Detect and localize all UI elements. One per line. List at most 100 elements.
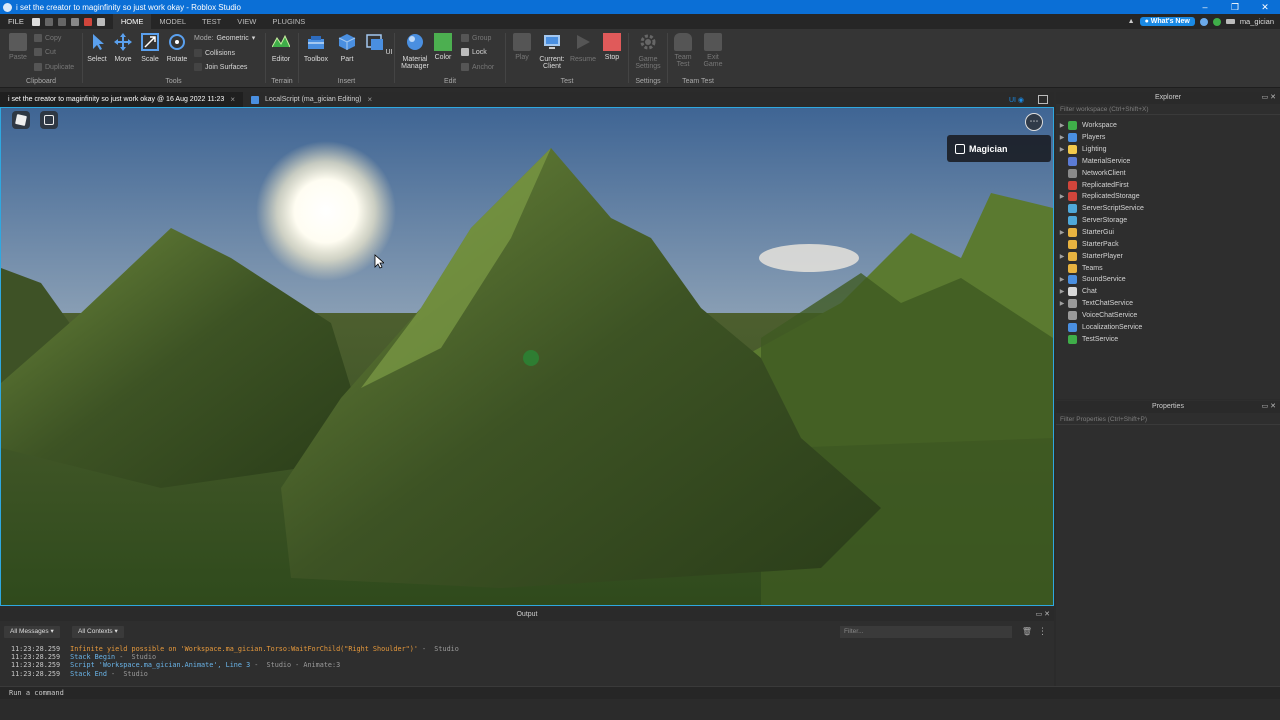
log-entry[interactable]: 11:23:28.259 Script 'Workspace.ma_gician.…: [11, 661, 459, 669]
expand-arrow-icon[interactable]: ▶: [1056, 193, 1068, 200]
explorer-item-soundservice[interactable]: ▶ SoundService: [1056, 274, 1280, 286]
team-test-button[interactable]: Team Test: [669, 33, 697, 68]
expand-arrow-icon[interactable]: ▶: [1056, 253, 1068, 260]
panel-controls[interactable]: ▭ ✕: [1262, 92, 1276, 104]
tab-plugins[interactable]: PLUGINS: [264, 14, 313, 29]
explorer-item-replicatedfirst[interactable]: ReplicatedFirst: [1056, 179, 1280, 191]
username[interactable]: ma_gician: [1240, 17, 1274, 26]
anchor-button[interactable]: Anchor: [461, 63, 494, 71]
game-settings-button[interactable]: Game Settings: [634, 33, 662, 70]
tab-view[interactable]: VIEW: [229, 14, 264, 29]
maximize-viewport-icon[interactable]: [1038, 95, 1048, 104]
team-create-icon[interactable]: [96, 17, 105, 26]
properties-filter-input[interactable]: Filter Properties (Ctrl+Shift+P): [1056, 414, 1280, 425]
minimize-button[interactable]: –: [1190, 0, 1220, 14]
exit-game-button[interactable]: Exit Game: [699, 33, 727, 68]
command-bar-input[interactable]: Run a command: [0, 686, 1280, 699]
stop-button[interactable]: Stop: [598, 33, 626, 61]
explorer-item-starterplayer[interactable]: ▶ StarterPlayer: [1056, 250, 1280, 262]
explorer-item-networkclient[interactable]: NetworkClient: [1056, 167, 1280, 179]
new-file-icon[interactable]: [31, 17, 40, 26]
panel-controls[interactable]: ▭ ✕: [1262, 401, 1276, 413]
part-button[interactable]: Part: [333, 33, 361, 63]
tab-localscript[interactable]: LocalScript (ma_gician Editing) ×: [243, 92, 380, 107]
group-button[interactable]: Group: [461, 34, 491, 42]
output-filter-input[interactable]: Filter...: [840, 626, 1012, 638]
copy-button[interactable]: Copy: [34, 34, 61, 42]
clear-output-icon[interactable]: 🗑: [1022, 627, 1032, 636]
roblox-menu-icon[interactable]: [12, 111, 30, 129]
move-button[interactable]: Move: [109, 33, 137, 63]
tab-place[interactable]: i set the creator to maginfinity so just…: [0, 92, 243, 107]
explorer-item-serverscriptservice[interactable]: ServerScriptService: [1056, 203, 1280, 215]
color-button[interactable]: Color: [429, 33, 457, 61]
tab-model[interactable]: MODEL: [151, 14, 194, 29]
join-surfaces-toggle[interactable]: Join Surfaces: [194, 63, 247, 71]
expand-arrow-icon[interactable]: ▶: [1056, 122, 1068, 129]
output-menu-icon[interactable]: ⋮: [1038, 626, 1047, 637]
resume-button[interactable]: Resume: [569, 33, 597, 63]
contexts-dropdown[interactable]: All Contexts ▾: [72, 626, 124, 638]
play-button[interactable]: Play: [508, 33, 536, 61]
expand-arrow-icon[interactable]: ▶: [1056, 276, 1068, 283]
status-icon[interactable]: [1212, 17, 1221, 26]
collisions-toggle[interactable]: Collisions: [194, 49, 235, 57]
record-icon[interactable]: [83, 17, 92, 26]
cut-button[interactable]: Cut: [34, 48, 56, 56]
log-entry[interactable]: 11:23:28.259 Stack End - Studio: [11, 670, 459, 678]
explorer-item-teams[interactable]: Teams: [1056, 262, 1280, 274]
undo-icon[interactable]: [44, 17, 53, 26]
select-button[interactable]: Select: [83, 33, 111, 63]
explorer-item-testservice[interactable]: TestService: [1056, 333, 1280, 345]
log-entry[interactable]: 11:23:28.259 Stack Begin - Studio: [11, 653, 459, 661]
explorer-item-replicatedstorage[interactable]: ▶ ReplicatedStorage: [1056, 191, 1280, 203]
close-tab-icon[interactable]: ×: [230, 95, 235, 104]
toolbox-button[interactable]: Toolbox: [302, 33, 330, 63]
explorer-item-textchatservice[interactable]: ▶ TextChatService: [1056, 298, 1280, 310]
expand-arrow-icon[interactable]: ▶: [1056, 300, 1068, 307]
lock-button[interactable]: Lock: [461, 48, 487, 56]
explorer-item-voicechatservice[interactable]: VoiceChatService: [1056, 310, 1280, 322]
paste-button[interactable]: Paste: [4, 33, 32, 61]
explorer-item-chat[interactable]: ▶ Chat: [1056, 286, 1280, 298]
help-icon[interactable]: [1199, 17, 1208, 26]
redo-icon[interactable]: [57, 17, 66, 26]
explorer-item-starterpack[interactable]: StarterPack: [1056, 238, 1280, 250]
ui-insert-button[interactable]: UI: [365, 33, 393, 56]
expand-arrow-icon[interactable]: ▶: [1056, 146, 1068, 153]
collapse-ribbon-icon[interactable]: ▲: [1128, 18, 1135, 25]
explorer-item-serverstorage[interactable]: ServerStorage: [1056, 215, 1280, 227]
explorer-item-lighting[interactable]: ▶ Lighting: [1056, 144, 1280, 156]
whats-new-button[interactable]: ● What's New: [1139, 17, 1195, 26]
expand-arrow-icon[interactable]: ▶: [1056, 229, 1068, 236]
game-viewport[interactable]: ⋯ Magician: [0, 107, 1054, 606]
explorer-item-startergui[interactable]: ▶ StarterGui: [1056, 227, 1280, 239]
explorer-item-workspace[interactable]: ▶ Workspace: [1056, 120, 1280, 132]
duplicate-button[interactable]: Duplicate: [34, 63, 74, 71]
mode-selector[interactable]: Mode: Geometric ▾: [194, 34, 255, 43]
expand-arrow-icon[interactable]: ▶: [1056, 134, 1068, 141]
restore-button[interactable]: ❐: [1220, 0, 1250, 14]
tab-test[interactable]: TEST: [194, 14, 229, 29]
panel-controls[interactable]: ▭ ✕: [1036, 609, 1050, 621]
chat-icon[interactable]: [40, 111, 58, 129]
publish-icon[interactable]: [70, 17, 79, 26]
explorer-filter-input[interactable]: Filter workspace (Ctrl+Shift+X): [1056, 104, 1280, 115]
close-tab-icon[interactable]: ×: [368, 95, 373, 104]
share-icon[interactable]: [1225, 19, 1235, 24]
messages-dropdown[interactable]: All Messages ▾: [4, 626, 60, 638]
explorer-item-localizationservice[interactable]: LocalizationService: [1056, 321, 1280, 333]
explorer-item-players[interactable]: ▶ Players: [1056, 132, 1280, 144]
current-client-button[interactable]: Current: Client: [537, 33, 567, 70]
file-menu[interactable]: FILE: [0, 17, 32, 26]
tab-home[interactable]: HOME: [112, 14, 152, 29]
expand-arrow-icon[interactable]: ▶: [1056, 288, 1068, 295]
player-character[interactable]: [523, 350, 539, 366]
more-options-icon[interactable]: ⋯: [1025, 113, 1043, 131]
close-window-button[interactable]: ✕: [1250, 0, 1280, 14]
player-list-entry[interactable]: Magician: [947, 135, 1051, 162]
scale-button[interactable]: Scale: [136, 33, 164, 63]
explorer-item-materialservice[interactable]: MaterialService: [1056, 156, 1280, 168]
log-entry[interactable]: 11:23:28.259 Infinite yield possible on '…: [11, 645, 459, 653]
material-manager-button[interactable]: Material Manager: [398, 33, 432, 70]
